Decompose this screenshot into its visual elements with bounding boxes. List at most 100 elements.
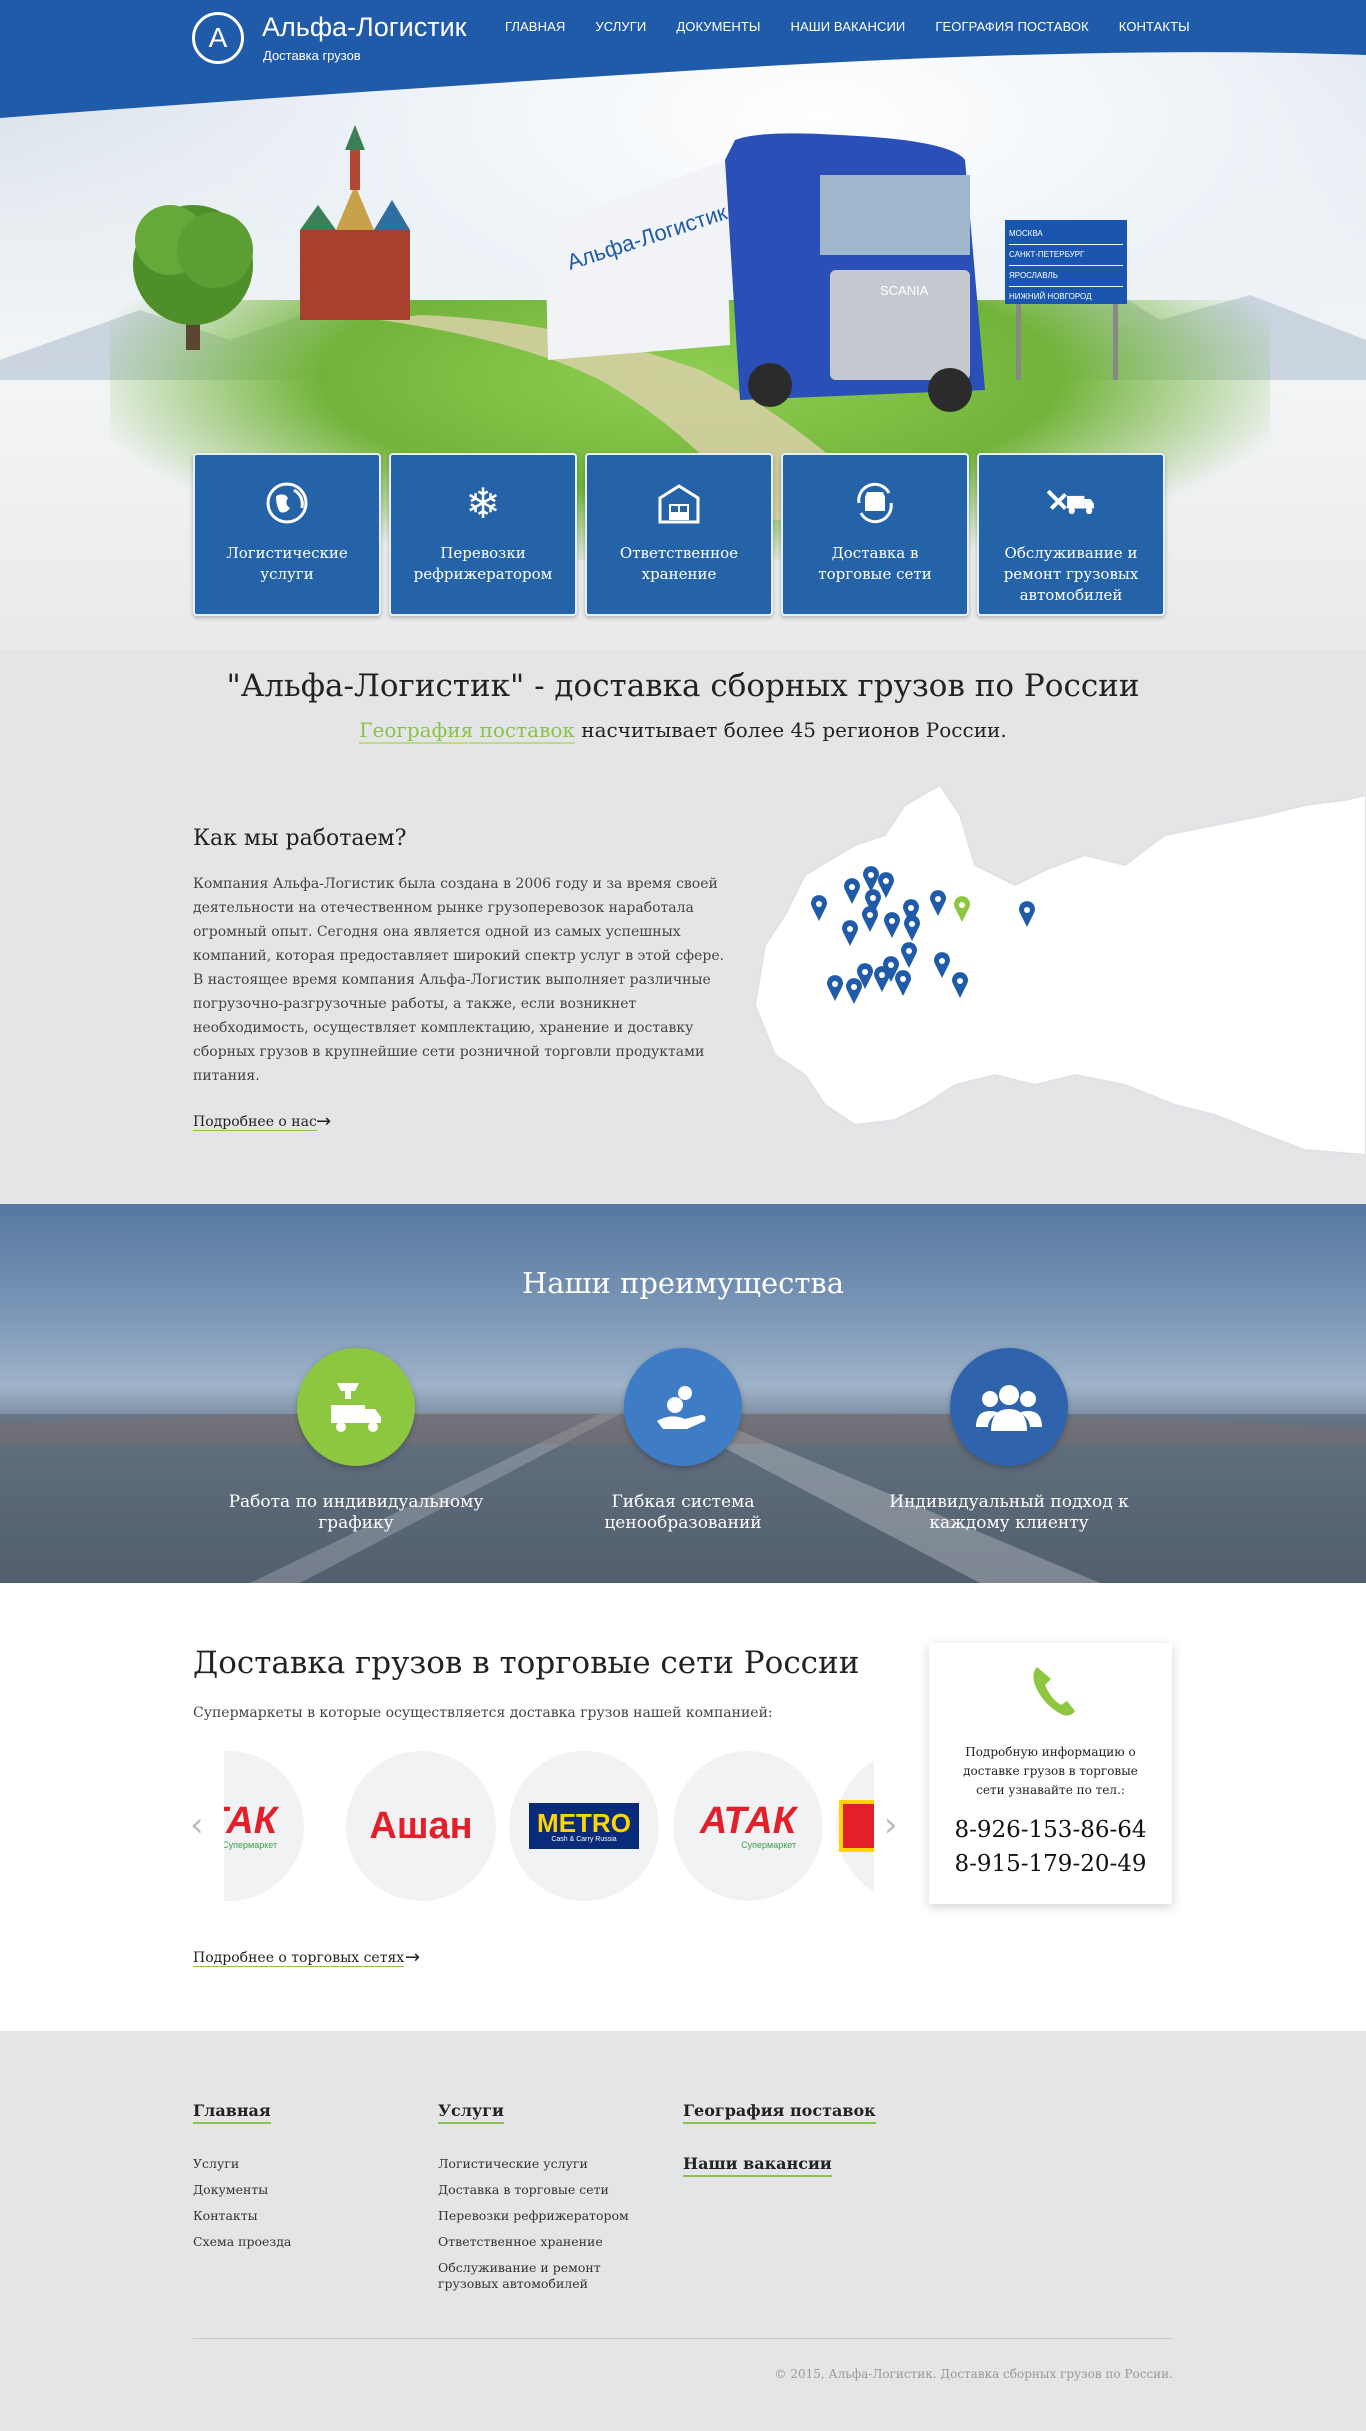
advantage-label: Гибкая система ценообразований [604,1492,762,1533]
about-more-link[interactable]: Подробнее о нас [193,1114,317,1131]
metro-logo-text: METRO [537,1807,631,1838]
carousel-prev-icon[interactable]: ‹ [190,1805,204,1845]
footer-link[interactable]: Ответственное хранение [438,2234,658,2250]
sign-label: НИЖНИЙ НОВГОРОД [1009,292,1092,301]
snowflake-icon: ❄ [465,478,501,528]
service-tile-storage[interactable]: Ответственное хранение [585,453,773,616]
atak-logo-caption: Супермаркет [224,1840,278,1850]
contact-card-text: Подробную информацию о доставке грузов в… [963,1745,1138,1797]
intro-subtitle: География поставок насчитывает более 45 … [0,718,1366,744]
metro-logo-caption: Cash & Carry Russia [551,1835,617,1843]
advantages-section: Наши преимущества Работа по индивидуальн… [0,1204,1366,1583]
footer-link[interactable]: Перевозки рефрижератором [438,2208,658,2224]
footer-heading[interactable]: География поставок [683,2101,876,2124]
services-tiles: Логистические услуги ❄ Перевозки рефриже… [193,453,1165,616]
map-pin-icon[interactable] [845,978,863,1004]
logo-bubble[interactable] [836,1751,874,1901]
retail-subtitle: Супермаркеты в которые осуществляется до… [193,1705,773,1721]
russia-map [753,783,1366,1155]
map-pin-icon[interactable] [929,890,947,916]
site-tagline: Доставка грузов [263,48,361,63]
map-pin-icon[interactable] [1018,901,1036,927]
auchan-logo-text: Ашан [369,1804,473,1847]
map-pin-icon[interactable] [883,912,901,938]
nav-home[interactable]: ГЛАВНАЯ [490,19,580,34]
footer-col-main: Главная Услуги Документы Контакты Схема … [193,2101,291,2260]
arrow-right-icon[interactable]: → [405,1947,420,1968]
nav-vacancies[interactable]: НАШИ ВАКАНСИИ [775,19,920,34]
map-pin-icon[interactable] [903,915,921,941]
footer-link[interactable]: Схема проезда [193,2234,291,2250]
logo-bubble[interactable]: Ашан [346,1751,496,1901]
map-pin-icon[interactable] [933,952,951,978]
footer-link[interactable]: Обслуживание и ремонт грузовых автомобил… [438,2260,658,2292]
intro-subtitle-text: насчитывает более 45 регионов России. [574,718,1007,742]
retail-more-link[interactable]: Подробнее о торговых сетях [193,1950,405,1967]
sign-label: САНКТ-ПЕТЕРБУРГ [1009,245,1123,266]
footer-heading[interactable]: Главная [193,2101,271,2124]
footer-heading[interactable]: Наши вакансии [683,2154,832,2177]
map-pin-icon[interactable] [841,920,859,946]
service-label: Ответственное хранение [619,544,739,583]
map-pin-icon[interactable] [873,966,891,992]
map-pin-icon[interactable] [900,942,918,968]
geography-link[interactable]: География поставок [359,718,575,744]
advantage-item: Работа по индивидуальному графику [226,1348,486,1534]
logo-icon[interactable]: A [192,12,244,64]
service-label: Обслуживание и ремонт грузовых автомобил… [1003,544,1139,604]
footer-link[interactable]: Документы [193,2182,291,2198]
footer-link[interactable]: Контакты [193,2208,291,2224]
map-pin-icon[interactable] [826,975,844,1001]
logo-bubble[interactable]: METRO Cash & Carry Russia [509,1751,659,1901]
service-label: Доставка в торговые сети [818,544,932,583]
service-tile-repair[interactable]: Обслуживание и ремонт грузовых автомобил… [977,453,1165,616]
service-tile-logistics[interactable]: Логистические услуги [193,453,381,616]
retail-title: Доставка грузов в торговые сети России [193,1645,860,1681]
map-pin-icon[interactable] [894,970,912,996]
map-pin-icon[interactable] [861,906,879,932]
footer-link[interactable]: Услуги [193,2156,291,2172]
arrow-right-icon[interactable]: → [316,1111,331,1132]
map-pin-active-icon[interactable] [953,896,971,922]
nav-documents[interactable]: ДОКУМЕНТЫ [661,19,775,34]
nav-contacts[interactable]: КОНТАКТЫ [1104,19,1205,34]
main-nav: ГЛАВНАЯ УСЛУГИ ДОКУМЕНТЫ НАШИ ВАКАНСИИ Г… [490,19,1205,34]
contact-card: Подробную информацию о доставке грузов в… [929,1643,1172,1904]
footer-list: Логистические услуги Доставка в торговые… [438,2156,658,2292]
footer-link[interactable]: Логистические услуги [438,2156,658,2172]
footer-heading[interactable]: Услуги [438,2101,504,2124]
service-tile-retail[interactable]: Доставка в торговые сети [781,453,969,616]
retail-carousel: АТАК Супермаркет Ашан METRO Cash & Carry… [224,1751,874,1901]
store-truck-icon [849,477,901,529]
nav-geography[interactable]: ГЕОГРАФИЯ ПОСТАВОК [920,19,1103,34]
map-pin-icon[interactable] [843,878,861,904]
phone-number[interactable]: 8-926-153-86-64 [929,1817,1172,1843]
phone-icon [1033,1667,1075,1716]
advantage-item: Гибкая система ценообразований [553,1348,813,1534]
intro-title: "Альфа-Логистик" - доставка сборных груз… [226,668,1140,704]
map-pin-icon[interactable] [810,895,828,921]
footer: Главная Услуги Документы Контакты Схема … [0,2031,1366,2431]
globe-icon [261,477,313,529]
service-tile-refrigerator[interactable]: ❄ Перевозки рефрижератором [389,453,577,616]
repair-truck-icon [1045,477,1097,529]
carousel-next-icon[interactable]: › [884,1805,898,1845]
logo-bubble[interactable]: АТАК Супермаркет [673,1751,823,1901]
people-icon [950,1348,1068,1466]
footer-divider [193,2338,1173,2339]
footer-list: Услуги Документы Контакты Схема проезда [193,2156,291,2250]
logo-bubble[interactable]: АТАК Супермаркет [224,1751,304,1901]
grille-brand-text: SCANIA [880,283,929,298]
nav-services[interactable]: УСЛУГИ [580,19,661,34]
footer-col-services: Услуги Логистические услуги Доставка в т… [438,2101,658,2302]
footer-col-geo: География поставок Наши вакансии [683,2101,876,2177]
advantage-label: Работа по индивидуальному графику [228,1492,484,1533]
site-title[interactable]: Альфа-Логистик [262,12,466,43]
copyright: © 2015, Альфа-Логистик. Доставка сборных… [774,2367,1174,2381]
phone-number[interactable]: 8-915-179-20-49 [929,1851,1172,1877]
hero-section: Альфа-Логистик SCANIA МОСКВА САНКТ-ПЕТЕР… [0,0,1366,650]
map-pin-icon[interactable] [951,972,969,998]
footer-link[interactable]: Доставка в торговые сети [438,2182,658,2198]
schedule-truck-icon [297,1348,415,1466]
advantages-title: Наши преимущества [521,1266,845,1300]
